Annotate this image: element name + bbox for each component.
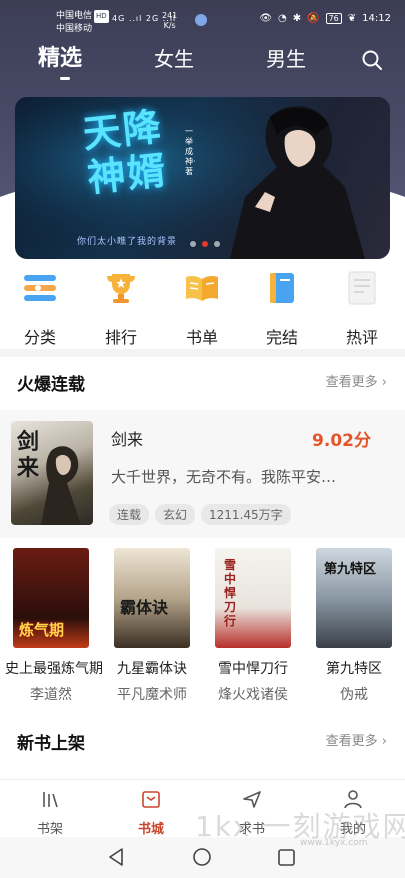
nav-bookstore[interactable]: 书城 [121,788,181,837]
eye-icon: 👁 [259,13,273,24]
bluetooth-icon: ✱ [292,13,302,24]
banner-dot-active [202,241,208,247]
book-item[interactable]: 第九特区 第九特区 伪戒 [308,548,400,704]
banner-art [15,97,390,259]
category-item-reviews[interactable]: 热评 [332,270,392,348]
bookstore-icon [142,791,160,808]
section-title-new: 新书上架 [17,734,85,754]
recents-icon[interactable] [278,849,295,866]
category-row: 分类 排行 书单 完结 热评 [0,270,405,348]
comment-card-icon [348,271,376,305]
book-author: 李道然 [30,687,72,703]
category-item-classify[interactable]: 分类 [10,270,70,348]
watermark-url: www.1kyx.com [300,838,368,848]
bookshelf-icon [43,792,58,808]
category-item-finished[interactable]: 完结 [252,270,312,348]
section-divider [0,349,405,357]
tab-male[interactable]: 男生 [266,44,306,74]
status-bar: 中国电信 HD 中国移动 4G ..ıl 2G ..ıl 241 K/s 👁 ◔ … [0,0,405,40]
book-cover: 雪中悍刀行 [215,548,291,648]
book-cover: 霸体诀 [114,548,190,648]
chevron-right-icon: › [381,375,387,390]
featured-book-tags: 连载 玄幻 1211.45万字 [109,504,291,525]
tab-female[interactable]: 女生 [154,44,194,74]
book-author: 伪戒 [340,687,368,703]
category-label: 排行 [104,328,137,347]
bookstore-page: 中国电信 HD 中国移动 4G ..ıl 2G ..ıl 241 K/s 👁 ◔ … [0,0,405,878]
book-cover: 第九特区 [316,548,392,648]
nav-label: 书城 [137,822,164,837]
carrier-2: 中国移动 [56,24,93,34]
open-book-icon [186,275,218,301]
book-cover: 炼气期 [13,548,89,648]
carrier-info: 中国电信 HD 中国移动 [56,10,109,36]
book-item[interactable]: 雪中悍刀行 雪中悍刀行 烽火戏诸侯 [207,548,299,704]
banner-dot [214,241,220,247]
promo-banner[interactable]: 天降神婿 一举成神·著 你们太小瞧了我的背景 [15,97,390,259]
status-right: 👁 ◔ ✱ 🔕 76 ❦ 14:12 [259,13,391,24]
top-tabs: 精选 女生 男生 [0,44,405,80]
banner-author: 一举成神·著 [185,127,196,176]
book-author: 烽火戏诸侯 [218,687,288,703]
book-author: 平凡魔术师 [117,687,187,703]
tab-featured[interactable]: 精选 [38,44,82,74]
view-more-label: 查看更多 [325,734,378,749]
closed-book-icon [270,273,294,303]
view-more-new[interactable]: 查看更多 › [326,730,387,749]
category-label: 热评 [345,328,378,347]
speed-unit: K/s [163,21,176,30]
banner-dot [190,241,196,247]
book-grid: 炼气期 史上最强炼气期 李道然 霸体诀 九星霸体诀 平凡魔术师 雪中悍刀行 雪中… [0,548,405,708]
category-item-booklist[interactable]: 书单 [172,270,232,348]
home-icon[interactable] [193,848,211,866]
book-title: 第九特区 [326,661,382,677]
network-speed: 241 K/s [162,11,177,31]
book-cover-text: 雪中悍刀行 [223,558,236,628]
category-item-rank[interactable]: 排行 [91,270,151,348]
nav-label: 书架 [36,822,63,837]
category-icon [24,275,56,301]
nav-bookshelf[interactable]: 书架 [20,788,80,837]
featured-book-title: 剑来 [111,430,144,449]
banner-title: 天降神婿 [80,103,170,201]
speed-value: 241 [162,11,178,20]
banner-pager [190,241,220,247]
featured-book-score: 9.02分 [312,431,371,451]
carrier-1: 中国电信 [56,11,93,21]
category-label: 书单 [185,328,218,347]
mute-icon: 🔕 [307,13,320,24]
book-title: 史上最强炼气期 [5,661,103,677]
view-more-hot[interactable]: 查看更多 › [326,371,387,390]
hd-badge: HD [94,10,109,23]
book-title: 九星霸体诀 [117,661,187,677]
view-more-label: 查看更多 [325,375,378,390]
tab-active-indicator [60,77,70,80]
book-cover-text: 炼气期 [19,621,65,639]
book-item[interactable]: 炼气期 史上最强炼气期 李道然 [5,548,103,704]
cover-art [41,446,81,525]
leaf-icon: ❦ [347,13,357,24]
tag-word-count: 1211.45万字 [201,504,291,525]
notification-app-icon [195,14,207,26]
book-cover-text: 第九特区 [324,562,377,577]
featured-book[interactable]: 剑来 剑来 9.02分 大千世界，无奇不有。我陈平安… 连载 玄幻 1211.4… [0,410,405,538]
featured-book-description: 大千世界，无奇不有。我陈平安… [111,468,337,486]
book-title: 雪中悍刀行 [218,661,288,677]
book-cover-text: 霸体诀 [120,598,169,617]
alarm-icon: ◔ [278,13,287,24]
category-label: 分类 [23,328,56,347]
category-label: 完结 [265,328,298,347]
section-title-hot: 火爆连载 [17,375,85,395]
search-icon[interactable] [361,49,383,71]
clock-time: 14:12 [362,13,391,24]
trophy-icon [107,274,135,303]
banner-tagline: 你们太小瞧了我的背景 [77,237,178,247]
featured-book-cover: 剑来 [11,421,93,525]
back-icon[interactable] [109,848,123,866]
tag-status: 连载 [109,504,150,525]
battery-indicator: 76 [325,13,342,24]
tag-genre: 玄幻 [155,504,196,525]
chevron-right-icon: › [381,734,387,749]
book-item[interactable]: 霸体诀 九星霸体诀 平凡魔术师 [106,548,198,704]
